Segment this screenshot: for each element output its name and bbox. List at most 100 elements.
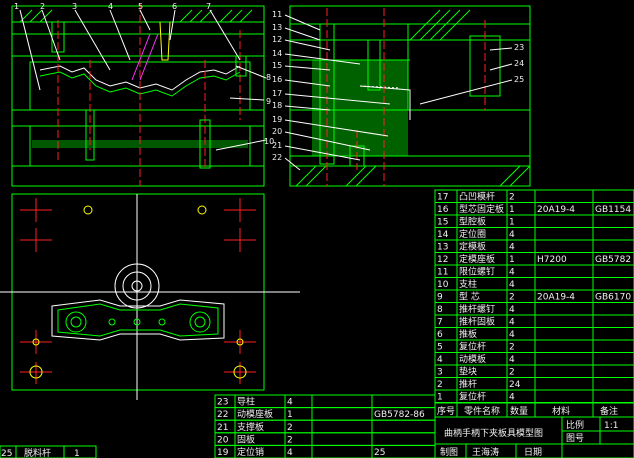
parts-cell-qty: 2: [287, 423, 293, 433]
drawer-name: 王海涛: [472, 446, 499, 458]
callout-14: 14: [272, 49, 282, 58]
parts-cell-no: 19: [217, 448, 229, 458]
callout-24: 24: [514, 59, 524, 68]
parts-row: 10 支柱 4: [434, 277, 634, 291]
parts-row: 14 定位圈 4: [434, 227, 634, 241]
parts-row: 15 型腔板 1: [434, 214, 634, 228]
parts-cell-qty: 4: [509, 318, 515, 328]
callout-7: 7: [206, 2, 211, 11]
callout-5: 5: [138, 2, 143, 11]
parts-cell-name: 推板: [459, 328, 477, 340]
parts-row: 5 复位杆 2: [434, 339, 634, 353]
parts-cell-no: 21: [217, 423, 228, 433]
parts-cell-qty: 1: [509, 205, 515, 215]
parts-list-header: 序号 零件名称 数量 材料 备注: [434, 402, 634, 418]
side-section-view: [284, 5, 531, 187]
parts-row: 9 型 芯 2 20A19-4 GB6170: [434, 289, 634, 303]
parts-cell-qty: 2: [509, 368, 515, 378]
date-label: 日期: [524, 447, 542, 458]
header-remark: 备注: [600, 405, 618, 417]
parts-cell-no: 12: [437, 255, 448, 265]
bottom-left-row: 25 脱料杆 1: [0, 445, 97, 458]
parts-cell-qty: 4: [509, 393, 515, 403]
parts-cell-no: 15: [437, 218, 448, 228]
parts-cell-no: 10: [437, 280, 449, 290]
parts-list-upper: 17 凸凹模杆 216 型芯固定板 1 20A19-4 GB115415 型腔板 114 定位圈 4…: [434, 189, 634, 403]
front-section-view: [11, 4, 267, 187]
parts-cell-name: 动模板: [459, 353, 486, 365]
parts-row: 3 垫块 2: [434, 364, 634, 378]
parts-cell-name: 导柱: [237, 396, 255, 408]
callout-11: 11: [272, 10, 282, 19]
parts-cell-no: 7: [437, 318, 443, 328]
callout-23: 23: [514, 43, 524, 52]
parts-row: 1 复位杆 4: [434, 389, 634, 403]
parts-cell-qty: 4: [509, 330, 515, 340]
callout-17: 17: [272, 89, 282, 98]
parts-cell-std: GB1154: [595, 205, 631, 215]
parts-row: 2 推杆 24: [434, 377, 634, 391]
parts-cell-name: 支柱: [459, 278, 477, 290]
parts-row: 17 凸凹模杆 2: [434, 189, 634, 203]
parts-row: 4 动模板 4: [434, 352, 634, 366]
header-material: 材料: [552, 405, 570, 417]
row25-name: 脱料杆: [24, 447, 51, 458]
parts-cell-no: 8: [437, 305, 443, 315]
parts-cell-name: 定模座板: [459, 253, 495, 265]
parts-cell-name: 凸凹模杆: [459, 191, 495, 203]
parts-cell-name: 限位螺钉: [459, 266, 495, 278]
parts-row: 16 型芯固定板 1 20A19-4 GB1154: [434, 202, 634, 216]
parts-cell-no: 11: [437, 268, 448, 278]
callout-22: 22: [272, 153, 282, 162]
parts-cell-material: H7200: [537, 255, 567, 265]
header-qty: 数量: [510, 405, 528, 417]
callout-12: 12: [272, 35, 282, 44]
parts-cell-no: 17: [437, 193, 448, 203]
parts-cell-qty: 4: [509, 268, 515, 278]
parts-cell-std: GB5782-86: [374, 410, 425, 420]
parts-cell-name: 推杆: [459, 378, 477, 390]
title-block: 曲柄手柄下夹板具模型图 比例 1:1 图号 制图 王海涛 日期: [434, 416, 634, 458]
parts-cell-qty: 4: [509, 280, 515, 290]
parts-cell-name: 定位销: [237, 446, 264, 458]
row25-no: 25: [1, 449, 12, 458]
parts-row: 23 导柱 4: [214, 394, 436, 409]
parts-cell-qty: 2: [509, 293, 515, 303]
callout-3: 3: [72, 2, 77, 11]
parts-row: 11 限位螺钉 4: [434, 264, 634, 278]
callout-6: 6: [172, 2, 177, 11]
scale-value: 1:1: [604, 421, 618, 431]
callout-8: 8: [266, 73, 271, 82]
parts-cell-name: 动模座板: [237, 408, 273, 420]
parts-cell-name: 定模板: [459, 241, 486, 253]
parts-cell-material: 20A19-4: [537, 293, 575, 303]
parts-cell-no: 4: [437, 355, 443, 365]
parts-row: 20 固板 2: [214, 432, 436, 446]
parts-cell-qty: 4: [287, 398, 293, 408]
parts-cell-name: 定位圈: [459, 228, 486, 240]
parts-cell-no: 20: [217, 435, 229, 445]
parts-cell-no: 13: [437, 243, 448, 253]
callout-20: 20: [272, 127, 282, 136]
callout-21: 21: [272, 141, 282, 150]
callout-19: 19: [272, 115, 282, 124]
callout-1: 1: [14, 2, 19, 11]
parts-cell-material: 20A19-4: [537, 205, 575, 215]
parts-cell-qty: 1: [509, 255, 515, 265]
parts-cell-no: 6: [437, 330, 443, 340]
parts-cell-name: 复位杆: [459, 391, 486, 403]
parts-cell-qty: 2: [287, 435, 293, 445]
parts-cell-name: 垫块: [459, 366, 477, 378]
parts-cell-no: 16: [437, 205, 449, 215]
parts-cell-name: 型 芯: [459, 291, 480, 303]
drawn-label: 制图: [440, 446, 458, 458]
front-view-callouts: 1 2 3 4 5 6 7 8 9 10: [14, 2, 274, 146]
parts-cell-no: 2: [437, 380, 443, 390]
drawing-title: 曲柄手柄下夹板具模型图: [444, 427, 543, 439]
parts-list-lower: 23 导柱 4 22 动模座板 1 GB5782-86 21 支撑板 2 20 固板 2 19 定位销 4 25: [214, 394, 436, 458]
parts-cell-no: 3: [437, 368, 443, 378]
parts-cell-qty: 4: [509, 230, 515, 240]
callout-16: 16: [272, 75, 282, 84]
parts-cell-name: 型芯固定板: [459, 203, 504, 215]
parts-cell-qty: 1: [287, 410, 293, 420]
